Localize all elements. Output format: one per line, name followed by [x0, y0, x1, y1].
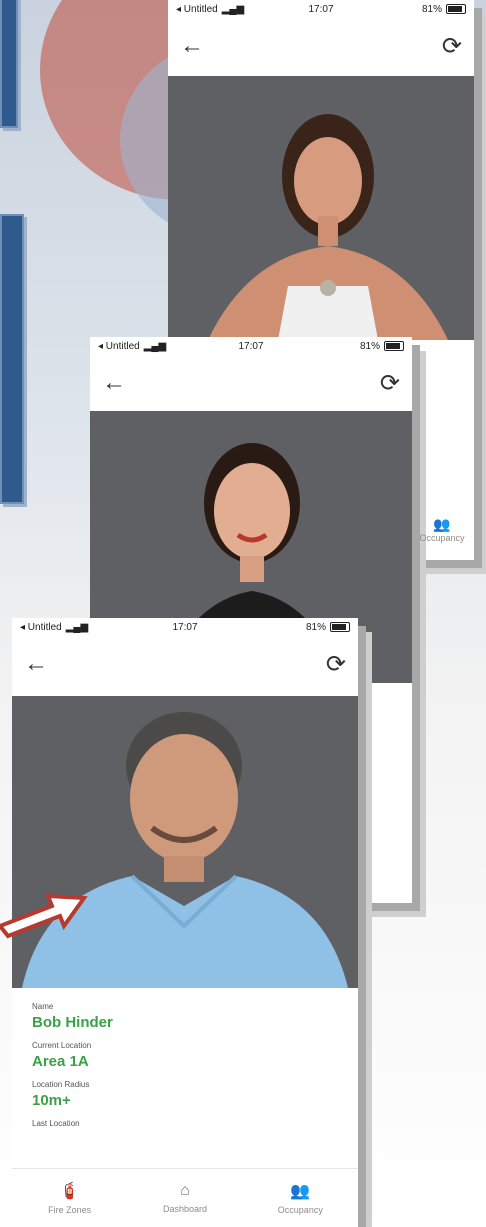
- background-panel-top: [0, 0, 18, 128]
- battery-icon: [330, 622, 350, 632]
- carrier-label: ◂ Untitled: [98, 340, 140, 352]
- field-value: Area 1A: [32, 1053, 89, 1070]
- tab-fire-zones[interactable]: 🧯 Fire Zones: [12, 1169, 127, 1227]
- status-time: 17:07: [238, 340, 264, 352]
- status-bar: ◂ Untitled ▂▄▆ 17:07 81%: [90, 337, 412, 355]
- field-current-location: Current Location Area 1A: [32, 1041, 338, 1070]
- profile-photo: [168, 76, 474, 340]
- navbar: ← ⟳: [12, 636, 358, 692]
- navbar: ← ⟳: [168, 18, 474, 74]
- battery-label: 81%: [422, 3, 443, 15]
- person-portrait: [208, 114, 448, 340]
- field-label: Last Location: [32, 1119, 80, 1128]
- refresh-icon[interactable]: ⟳: [380, 369, 400, 398]
- field-last-location: Last Location: [32, 1119, 338, 1128]
- tab-label: Occupancy: [277, 1205, 323, 1215]
- field-label: Location Radius: [32, 1080, 90, 1089]
- refresh-icon[interactable]: ⟳: [326, 650, 346, 679]
- profile-photo: [12, 696, 358, 988]
- field-label: Name: [32, 1002, 54, 1011]
- background-panel-middle: [0, 214, 24, 504]
- carrier-label: ◂ Untitled: [20, 621, 62, 633]
- back-arrow-icon[interactable]: ←: [24, 650, 48, 678]
- signal-icon: ▂▄▆: [143, 340, 167, 352]
- status-bar: ◂ Untitled ▂▄▆ 17:07 81%: [168, 0, 474, 18]
- people-icon: 👥: [433, 516, 451, 532]
- battery-label: 81%: [359, 340, 380, 352]
- profile-info: Name Bob Hinder Current Location Area 1A…: [32, 1002, 338, 1131]
- status-bar: ◂ Untitled ▂▄▆ 17:07 81%: [12, 618, 358, 636]
- battery-icon: [446, 4, 467, 14]
- bottom-tab-bar: 🧯 Fire Zones ⌂ Dashboard 👥 Occupancy: [12, 1168, 358, 1227]
- field-label: Current Location: [32, 1041, 92, 1050]
- status-time: 17:07: [172, 621, 198, 633]
- carrier-label: ◂ Untitled: [176, 3, 218, 15]
- refresh-icon[interactable]: ⟳: [442, 32, 462, 61]
- callout-arrow: [0, 893, 88, 939]
- field-name: Name Bob Hinder: [32, 1002, 338, 1031]
- battery-label: 81%: [305, 621, 326, 633]
- tab-occupancy[interactable]: 👥 Occupancy: [243, 1169, 358, 1227]
- navbar: ← ⟳: [90, 355, 412, 411]
- status-time: 17:07: [308, 3, 334, 15]
- fire-extinguisher-icon: 🧯: [59, 1183, 80, 1200]
- tab-label: Dashboard: [162, 1204, 207, 1214]
- tab-dashboard[interactable]: ⌂ Dashboard: [127, 1169, 242, 1227]
- person-portrait: [22, 712, 348, 988]
- field-location-radius: Location Radius 10m+: [32, 1080, 338, 1109]
- field-value: Bob Hinder: [32, 1014, 113, 1031]
- battery-icon: [384, 341, 404, 351]
- signal-icon: ▂▄▆: [221, 3, 245, 15]
- occupancy-tab-partial: 👥 Occupancy: [412, 516, 472, 543]
- back-arrow-icon[interactable]: ←: [180, 32, 204, 60]
- signal-icon: ▂▄▆: [65, 621, 89, 633]
- tab-label: Fire Zones: [48, 1205, 92, 1215]
- people-icon: 👥: [290, 1183, 311, 1200]
- field-value: 10m+: [32, 1092, 71, 1109]
- back-arrow-icon[interactable]: ←: [102, 369, 126, 397]
- occupancy-tab-partial-label: Occupancy: [419, 533, 465, 543]
- home-icon: ⌂: [180, 1182, 190, 1199]
